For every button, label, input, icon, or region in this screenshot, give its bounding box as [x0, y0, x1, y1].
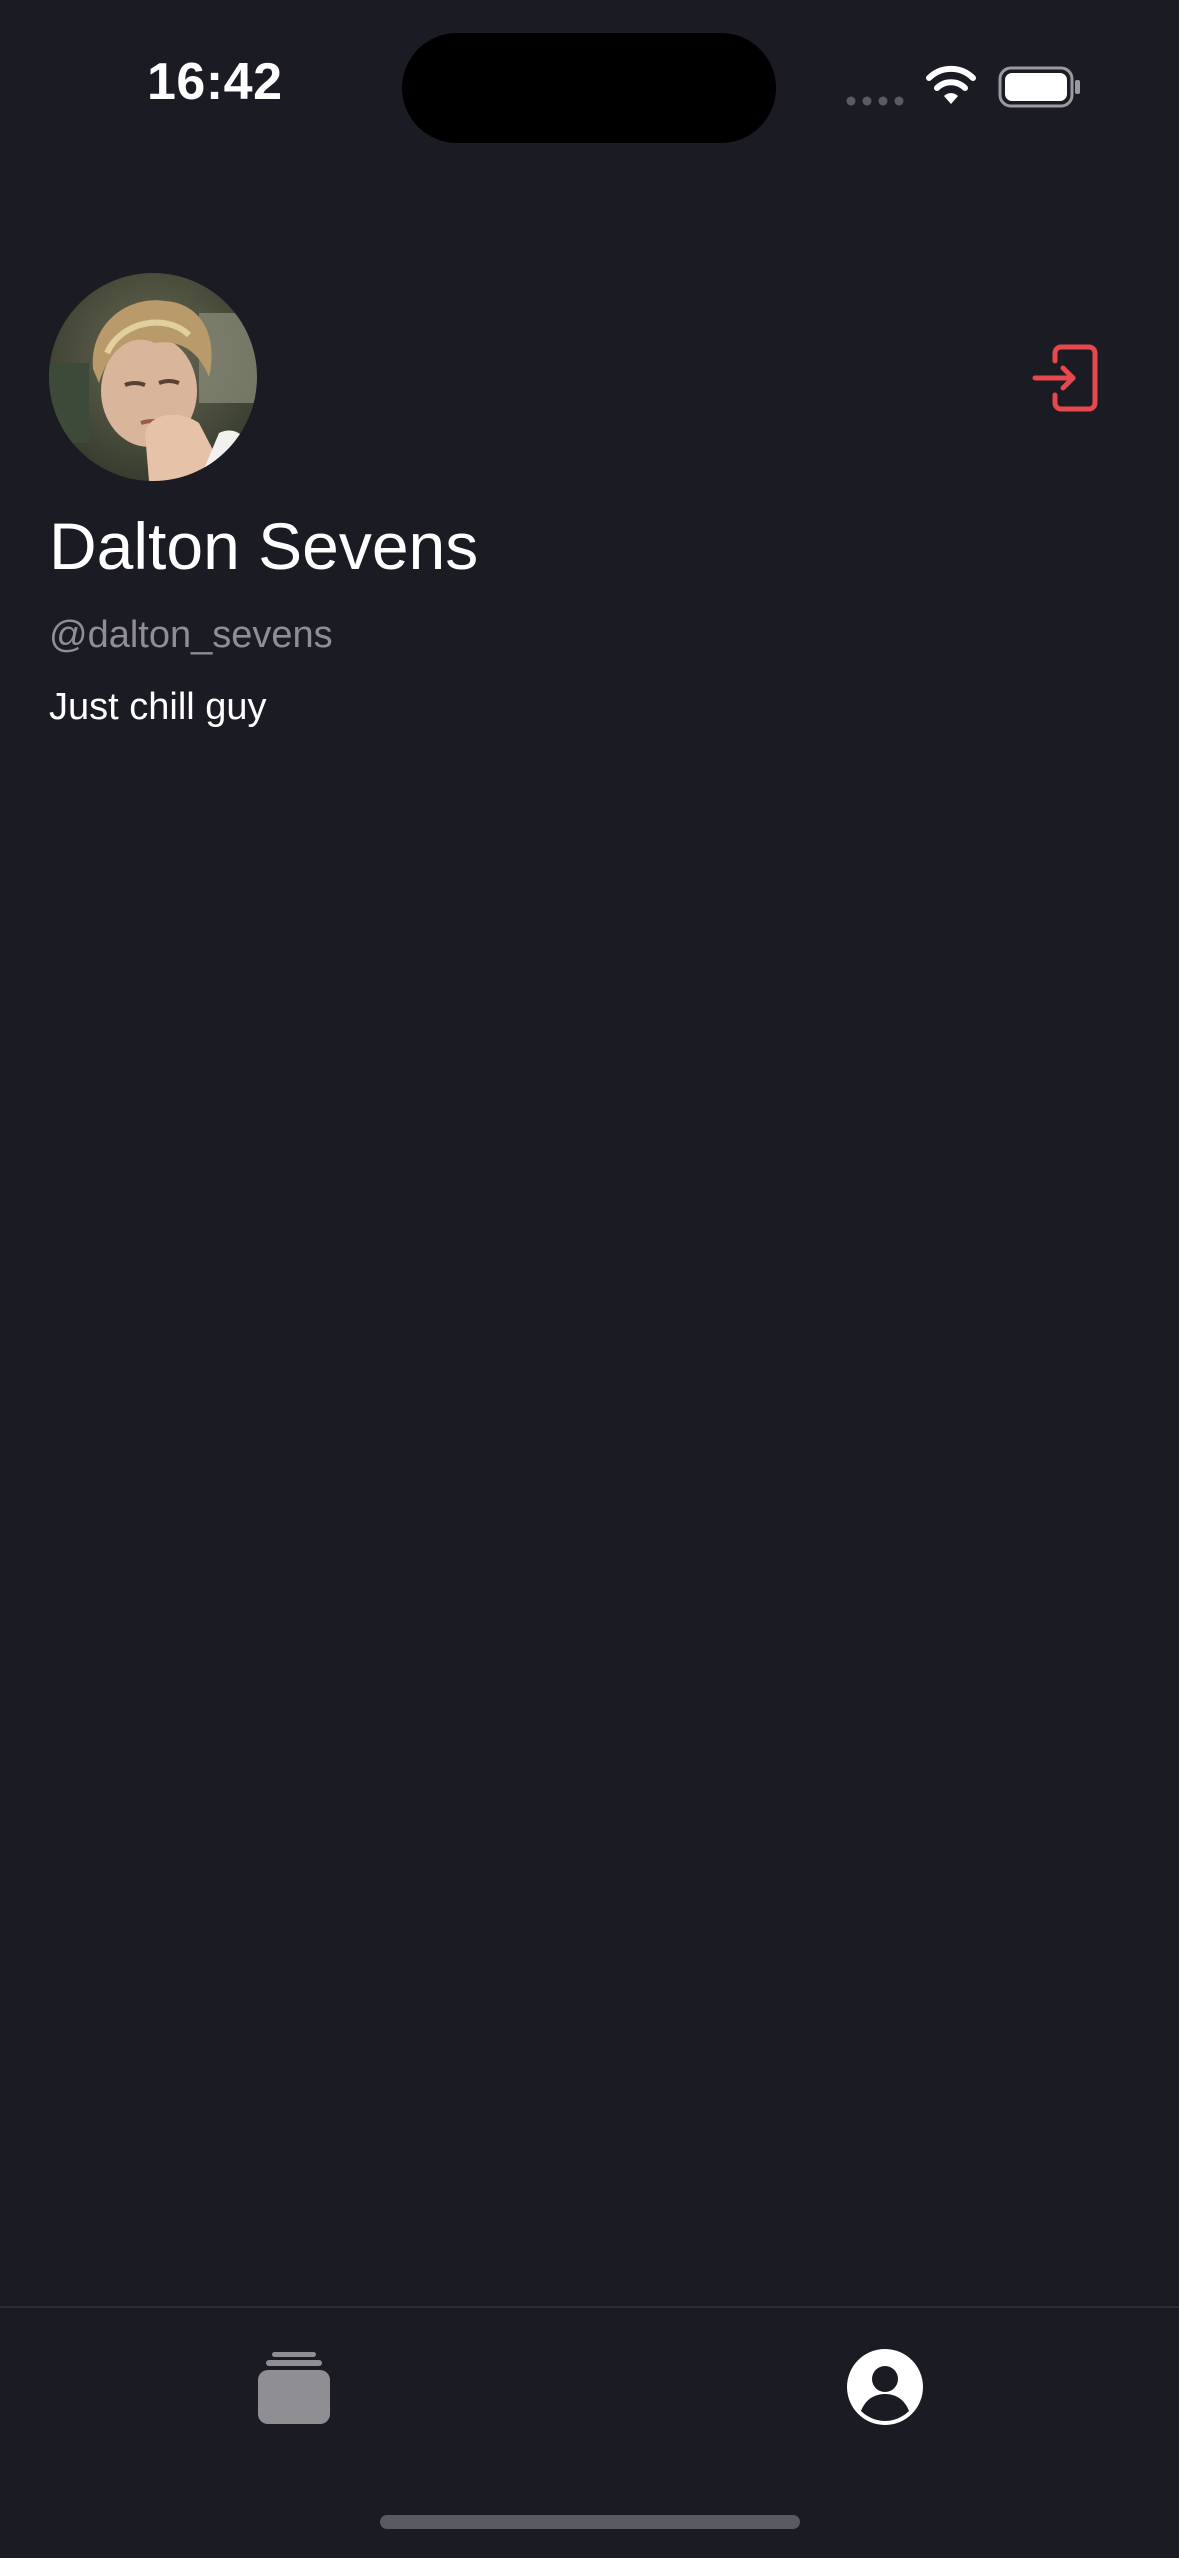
signal-dots-icon [846, 96, 904, 106]
tab-profile-person-circle-icon[interactable] [846, 2348, 924, 2426]
avatar[interactable] [49, 273, 257, 481]
profile-bio: Just chill guy [49, 686, 267, 728]
logout-icon[interactable] [1031, 343, 1099, 413]
battery-full-icon [998, 66, 1080, 108]
avatar-photo [49, 273, 257, 481]
profile-name: Dalton Sevens [49, 509, 479, 583]
tab-feed-stack-icon[interactable] [256, 2350, 332, 2426]
profile-handle: @dalton_sevens [49, 614, 333, 656]
home-indicator[interactable] [380, 2515, 800, 2529]
dynamic-island [402, 33, 776, 143]
wifi-icon [926, 65, 976, 104]
status-time: 16:42 [147, 53, 283, 111]
status-bar: 16:42 [0, 0, 1179, 150]
